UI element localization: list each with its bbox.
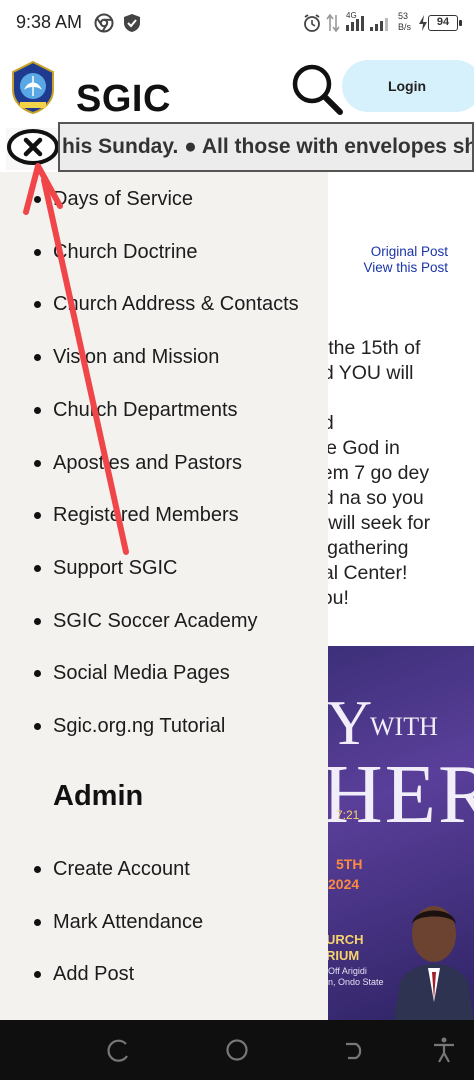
admin-heading: Admin (53, 780, 144, 812)
status-bar: 9:38 AM 4G 53 B/s 94 (0, 0, 474, 48)
menu-item-label: Apostles and Pastors (53, 451, 242, 474)
login-button[interactable]: Login (342, 60, 474, 112)
menu-item-support-sgic[interactable]: Support SGIC (0, 549, 328, 589)
menu-item-social-media-pages[interactable]: Social Media Pages (0, 654, 328, 694)
event-banner: Y WITH HER 7:21 5TH 2024 URCH RIUM Off A… (312, 646, 474, 1020)
pastor-photo (394, 906, 474, 1020)
post-body-line: nd YOU will (312, 362, 414, 384)
post-body-line: nd (312, 411, 474, 436)
church-logo[interactable] (10, 60, 56, 114)
banner-address-line-1: Off Arigidi (328, 966, 367, 976)
site-header: SGIC Login (0, 48, 474, 120)
site-title: SGIC (76, 78, 171, 120)
menu-item-label: Support SGIC (53, 556, 178, 579)
banner-venue-line-2: RIUM (326, 948, 360, 963)
post-body-line: ise God in (312, 437, 400, 459)
menu-item-label: Social Media Pages (53, 662, 230, 685)
status-time: 9:38 AM (16, 12, 83, 32)
accessibility-icon[interactable] (430, 1036, 458, 1064)
menu-item-days-of-service[interactable]: Days of Service (0, 180, 328, 220)
back-icon[interactable] (340, 1036, 368, 1064)
menu-item-label: Create Account (53, 858, 190, 880)
signal-icon (346, 16, 388, 31)
close-icon[interactable] (6, 128, 58, 170)
system-nav-bar (0, 1020, 474, 1080)
post-body-line: you! (312, 587, 349, 609)
menu-item-mark-attendance[interactable]: Mark Attendance (0, 903, 328, 943)
chrome-icon (94, 13, 114, 33)
post-body-line: s gathering (312, 537, 409, 559)
bullet-icon (34, 354, 41, 362)
recents-icon[interactable] (104, 1036, 132, 1064)
menu-item-label: Vision and Mission (53, 346, 220, 369)
bullet-icon (34, 406, 41, 414)
banner-venue-line-1: URCH (326, 932, 364, 947)
menu-item-label: SGIC Soccer Academy (53, 609, 258, 632)
banner-address-line-2: n, Ondo State (328, 977, 384, 987)
bullet-icon (34, 670, 41, 678)
home-icon[interactable] (223, 1036, 251, 1064)
post-body-line: ltem 7 go dey (312, 462, 430, 484)
menu-item-label: Sgic.org.ng Tutorial (53, 715, 226, 737)
side-drawer: Days of Service Church Doctrine Church Add… (0, 172, 328, 1020)
menu-item-sgic-org-ng-tutorial[interactable]: Sgic.org.ng Tutorial (0, 707, 328, 747)
search-icon[interactable] (290, 62, 344, 116)
bullet-icon (34, 971, 41, 979)
menu-item-label: Add Post (53, 963, 135, 986)
menu-item-registered-members[interactable]: Registered Members (0, 496, 328, 536)
post-body-text: n the 15th of nd YOU will ndise God in ltem… (312, 336, 474, 611)
data-transfer-icon (326, 13, 340, 33)
bullet-icon (34, 723, 41, 730)
menu-item-create-account[interactable]: Create Account (0, 850, 328, 890)
original-post-link[interactable]: Original Post (363, 244, 448, 260)
banner-title: HER (322, 748, 474, 841)
banner-venue: URCH RIUM (326, 932, 364, 964)
menu-item-label: Days of Service (53, 188, 194, 210)
speed-unit: B/s (398, 22, 412, 32)
post-body-line: od na so you (312, 487, 424, 509)
menu-item-label: Church Doctrine (53, 240, 198, 263)
bullet-icon (34, 459, 41, 467)
bullet-icon (34, 617, 41, 625)
alarm-icon (304, 14, 320, 32)
menu-item-sgic-soccer-academy[interactable]: SGIC Soccer Academy (0, 602, 328, 642)
menu-item-vision-and-mission[interactable]: Vision and Mission (0, 338, 328, 378)
bullet-icon (34, 301, 41, 309)
view-post-link[interactable]: View this Post (363, 260, 448, 276)
menu-item-label: Registered Members (53, 504, 239, 527)
menu-item-label: Church Address & Contacts (53, 293, 299, 316)
post-body-line (312, 386, 474, 411)
charging-icon (419, 15, 427, 31)
bullet-icon (34, 196, 41, 203)
bullet-icon (34, 564, 41, 572)
bullet-icon (34, 918, 41, 926)
bullet-icon (34, 248, 41, 256)
post-body-line: u will seek for (312, 512, 431, 534)
menu-item-label: Mark Attendance (53, 910, 204, 933)
post-body-line: n the 15th of (312, 337, 421, 359)
bullet-icon (34, 866, 41, 873)
menu-item-church-doctrine[interactable]: Church Doctrine (0, 233, 328, 273)
menu-item-church-address-contacts[interactable]: Church Address & Contacts (0, 285, 328, 325)
speed-value: 53 (398, 11, 409, 21)
post-body-line: nal Center! (312, 562, 408, 584)
menu-item-add-post[interactable]: Add Post (0, 955, 328, 995)
post-links: Original Post View this Post (363, 244, 448, 276)
shield-check-icon (124, 14, 140, 32)
bullet-icon (34, 512, 41, 520)
banner-date-year: 2024 (328, 876, 360, 892)
menu-item-church-departments[interactable]: Church Departments (0, 391, 328, 431)
announcement-marquee: his Sunday. ● All those with envelopes s… (58, 122, 474, 172)
banner-date-day: 5TH (336, 856, 363, 872)
marquee-text: his Sunday. ● All those with envelopes s… (62, 135, 474, 158)
banner-scripture: 7:21 (336, 808, 360, 822)
banner-address: Off Arigidi n, Ondo State (328, 966, 384, 988)
banner-with: WITH (370, 712, 438, 741)
battery-icon: 94 (428, 15, 462, 31)
menu-item-apostles-and-pastors[interactable]: Apostles and Pastors (0, 444, 328, 484)
menu-item-label: Church Departments (53, 398, 238, 421)
